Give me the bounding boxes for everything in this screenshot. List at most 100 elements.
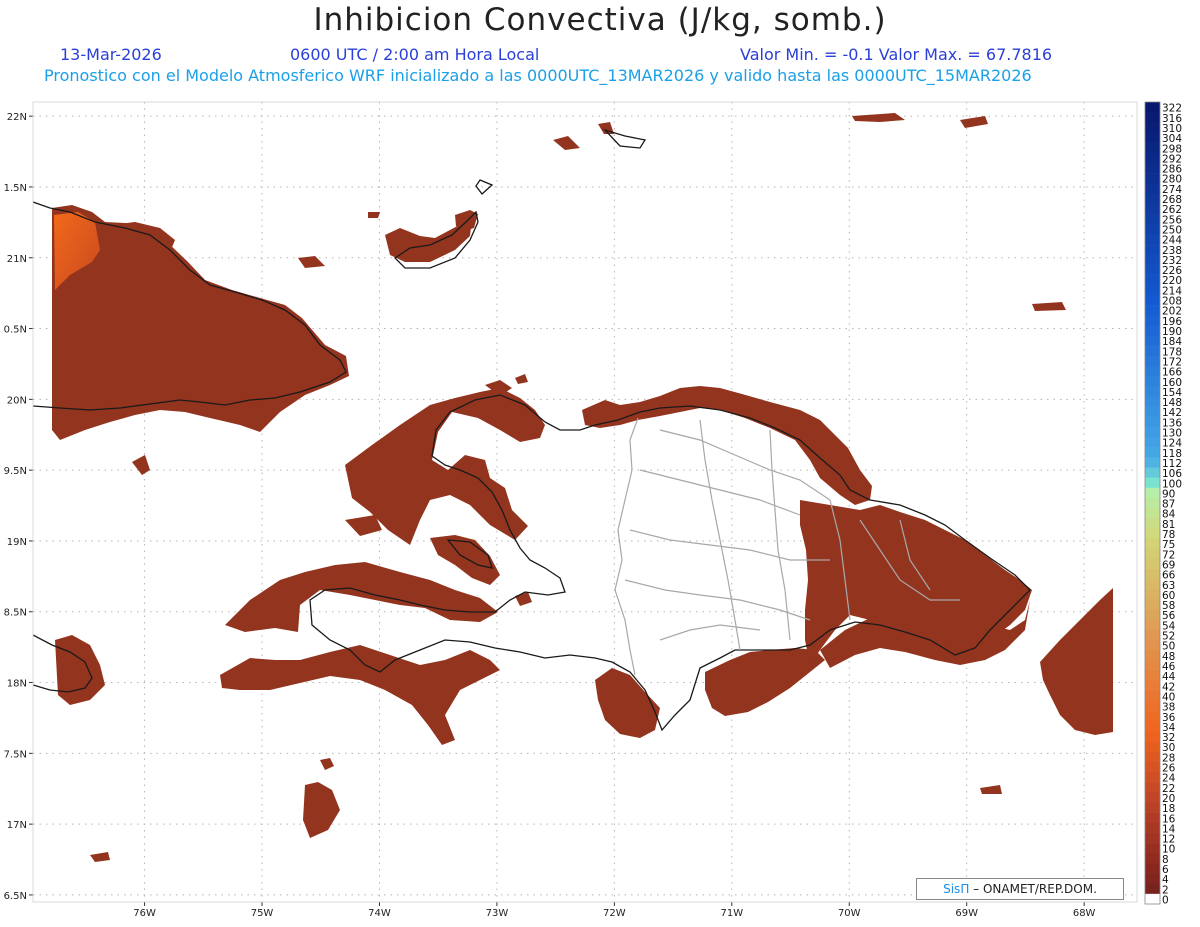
lat-lon-grid — [33, 102, 1137, 902]
cin-region-jamaica-east — [55, 635, 105, 705]
colorbar-swatch — [1145, 477, 1160, 489]
lat-tick-label: 17N — [7, 820, 27, 831]
plot-frame — [32, 101, 1138, 903]
colorbar-swatch — [1145, 751, 1160, 763]
colorbar-swatch — [1145, 467, 1160, 478]
lat-tick-label: 9.5N — [4, 466, 27, 477]
colorbar-label: 0 — [1162, 895, 1169, 907]
colorbar-swatch — [1145, 599, 1160, 610]
colorbar-swatch — [1145, 406, 1160, 418]
colorbar-swatch — [1145, 365, 1160, 377]
colorbar-swatch — [1145, 315, 1160, 326]
colorbar-swatch — [1145, 883, 1160, 895]
colorbar-swatch — [1145, 132, 1160, 143]
colorbar-swatch — [1145, 640, 1160, 651]
lon-tick-label: 69W — [955, 908, 978, 919]
colorbar-swatch — [1145, 254, 1160, 265]
lon-tick-label: 70W — [838, 908, 861, 919]
colorbar-swatch — [1145, 853, 1160, 864]
colorbar-swatch — [1145, 447, 1160, 458]
colorbar-swatch — [1145, 548, 1160, 560]
colorbar-swatch — [1145, 690, 1160, 702]
credit-box: SisΠ – ONAMET/REP.DOM. — [916, 878, 1124, 900]
colorbar-swatch — [1145, 893, 1160, 905]
lon-tick-label: 71W — [720, 908, 743, 919]
credit-text: – ONAMET/REP.DOM. — [973, 882, 1097, 896]
colorbar-swatch — [1145, 345, 1160, 357]
colorbar-swatch — [1145, 376, 1160, 387]
colorbar-swatch — [1145, 680, 1160, 692]
lat-tick-label: 18N — [7, 679, 27, 690]
colorbar-swatch — [1145, 162, 1160, 174]
lat-tick-label: 7.5N — [4, 749, 27, 760]
sis-logo-text: SisΠ — [943, 882, 970, 896]
cin-region-dr-south-2 — [705, 648, 825, 716]
colorbar-swatch — [1145, 497, 1160, 509]
colorbar-swatch — [1145, 741, 1160, 753]
colorbar-swatch — [1145, 426, 1160, 438]
colorbar-swatch — [1145, 173, 1160, 184]
colorbar-swatch — [1145, 650, 1160, 661]
colorbar-swatch — [1145, 203, 1160, 214]
lat-tick-label: 22N — [7, 112, 27, 123]
colorbar-swatch — [1145, 528, 1160, 539]
colorbar-swatch — [1145, 843, 1160, 854]
color-scale: 3223163103042982922862802742682622562502… — [1144, 101, 1182, 907]
lat-tick-label: 8.5N — [4, 608, 27, 619]
latitude-labels: 22N 1.5N 21N 0.5N 20N 9.5N 19N 8.5N 18N 7.5N 17N 6.… — [4, 112, 33, 902]
colorbar-swatch — [1145, 355, 1160, 367]
colorbar-swatch — [1145, 629, 1160, 641]
colorbar-swatch — [1145, 284, 1160, 296]
colorbar-swatch — [1145, 568, 1160, 580]
colorbar-swatch — [1145, 822, 1160, 834]
colorbar-swatch — [1145, 518, 1160, 529]
colorbar-swatch — [1145, 579, 1160, 590]
colorbar-swatch — [1145, 589, 1160, 600]
colorbar-swatch — [1145, 223, 1160, 235]
colorbar-swatch — [1145, 731, 1160, 742]
colorbar-swatch — [1145, 335, 1160, 346]
lon-tick-label: 74W — [368, 908, 391, 919]
colorbar-swatch — [1145, 416, 1160, 428]
colorbar-swatch — [1145, 538, 1160, 549]
colorbar-swatch — [1145, 264, 1160, 275]
lat-tick-label: 0.5N — [4, 325, 27, 336]
lat-tick-label: 19N — [7, 537, 27, 548]
colorbar-swatch — [1145, 437, 1160, 448]
colorbar-swatch — [1145, 609, 1160, 621]
colorbar-swatch — [1145, 213, 1160, 225]
colorbar-swatch — [1145, 233, 1160, 245]
colorbar-swatch — [1145, 721, 1160, 732]
colorbar-swatch — [1145, 711, 1160, 722]
colorbar-swatch — [1145, 487, 1160, 499]
longitude-labels: 76W 75W 74W 73W 72W 71W 70W 69W 68W — [133, 902, 1096, 919]
colorbar-swatch — [1145, 700, 1160, 712]
colorbar-swatch — [1145, 244, 1160, 255]
cin-region-dr-north — [582, 386, 872, 505]
colorbar-swatch — [1145, 619, 1160, 631]
colorbar-swatch — [1145, 670, 1160, 681]
colorbar-swatch — [1145, 122, 1160, 133]
colorbar-swatch — [1145, 792, 1160, 803]
colorbar-swatch — [1145, 660, 1160, 671]
colorbar-swatch — [1145, 812, 1160, 824]
colorbar-swatch — [1145, 183, 1160, 194]
colorbar-swatch — [1145, 386, 1160, 397]
colorbar-swatch — [1145, 873, 1160, 884]
colorbar-swatch — [1145, 142, 1160, 154]
colorbar-swatch — [1145, 802, 1160, 813]
cin-field — [52, 113, 1113, 862]
colorbar-swatch — [1145, 832, 1160, 844]
colorbar-swatch — [1145, 457, 1160, 468]
weather-map: 22N 1.5N 21N 0.5N 20N 9.5N 19N 8.5N 18N 7.5N 17N 6.… — [4, 101, 1182, 919]
lon-tick-label: 72W — [603, 908, 626, 919]
colorbar-swatch — [1145, 508, 1160, 519]
colorbar-swatch — [1145, 558, 1160, 570]
colorbar-swatch — [1145, 396, 1160, 407]
colorbar-swatch — [1145, 193, 1160, 204]
colorbar-swatch — [1145, 294, 1160, 306]
lon-tick-label: 75W — [251, 908, 274, 919]
lon-tick-label: 76W — [133, 908, 156, 919]
colorbar-swatch — [1145, 112, 1160, 123]
colorbar-swatch — [1145, 325, 1160, 336]
